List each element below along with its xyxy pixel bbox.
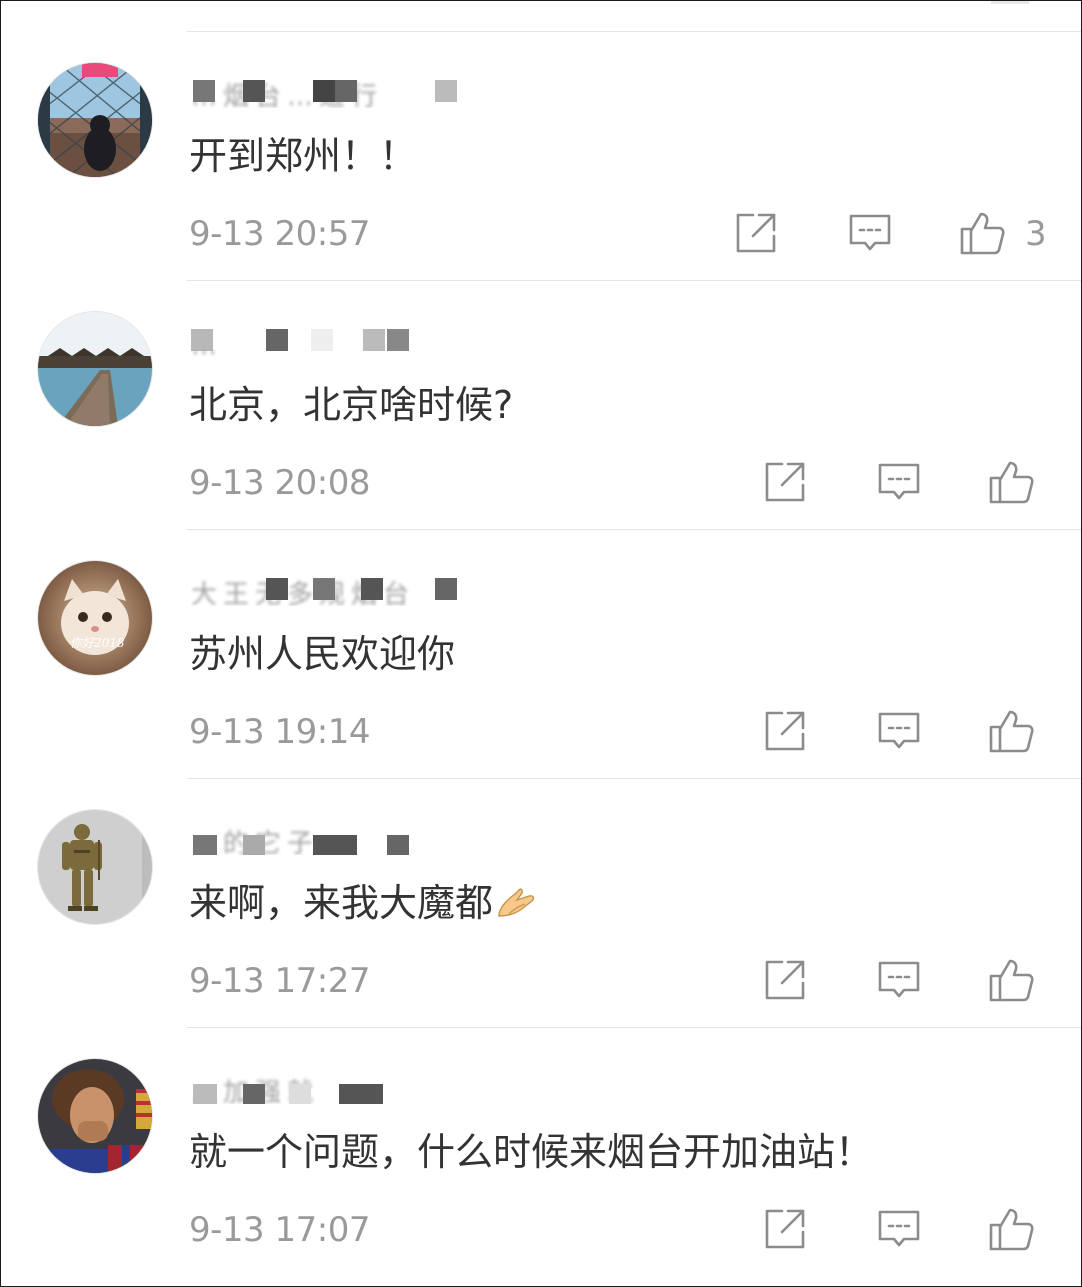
avatar[interactable]	[38, 1059, 152, 1173]
repost-icon[interactable]	[733, 210, 779, 256]
comment-icon[interactable]	[876, 708, 922, 754]
divider-stub	[991, 1, 1029, 4]
comment-time: 9-13 17:07	[189, 1210, 370, 1250]
comment-time: 9-13 19:14	[189, 712, 370, 752]
comment-item: … 北京，北京啥时候? 9-13 20:08	[1, 281, 1081, 530]
username[interactable]: …加强就	[191, 1070, 461, 1104]
username[interactable]: …的它子	[191, 821, 461, 855]
comment-time: 9-13 20:57	[189, 214, 370, 254]
thumbs-up-icon[interactable]	[988, 1206, 1034, 1252]
avatar[interactable]	[38, 810, 152, 924]
comment-text: 就一个问题，什么时候来烟台开加油站！	[189, 1130, 874, 1174]
comment-item: …的它子 来啊，来我大魔都 9-13 17:27	[1, 779, 1081, 1028]
comment-icon[interactable]	[847, 210, 893, 256]
comment-text: 开到郑州！！	[189, 134, 418, 178]
comment-icon[interactable]	[876, 957, 922, 1003]
comment-text: 北京，北京啥时候?	[189, 383, 514, 427]
avatar[interactable]	[38, 63, 152, 177]
repost-icon[interactable]	[762, 1206, 808, 1252]
thumbs-up-icon[interactable]	[988, 459, 1034, 505]
comment-item: …烟台…道行 开到郑州！！ 9-13 20:57 3	[1, 32, 1081, 281]
thumbs-up-icon[interactable]	[988, 708, 1034, 754]
comment-item: 你好2018 大王无多规烟台 苏州人民欢迎你 9-13 19:14	[1, 530, 1081, 779]
thumbs-up-icon[interactable]	[959, 210, 1005, 256]
comment-time: 9-13 17:27	[189, 961, 370, 1001]
username[interactable]: …烟台…道行	[191, 74, 461, 108]
hands-together-emoji	[495, 881, 539, 933]
thumbs-up-icon[interactable]	[988, 957, 1034, 1003]
username[interactable]: 大王无多规烟台	[191, 572, 461, 606]
comment-text: 来啊，来我大魔都	[189, 877, 539, 933]
comment-list: …烟台…道行 开到郑州！！ 9-13 20:57 3 北京，北京啥时候? 9-1…	[0, 0, 1082, 1287]
avatar[interactable]: 你好2018	[38, 561, 152, 675]
repost-icon[interactable]	[762, 957, 808, 1003]
like-count: 3	[1025, 214, 1047, 254]
comment-icon[interactable]	[876, 1206, 922, 1252]
svg-text:你好2018: 你好2018	[70, 636, 125, 650]
repost-icon[interactable]	[762, 708, 808, 754]
comment-text: 苏州人民欢迎你	[189, 632, 456, 676]
comment-time: 9-13 20:08	[189, 463, 370, 503]
comment-item: …加强就 就一个问题，什么时候来烟台开加油站！ 9-13 17:07	[1, 1028, 1081, 1277]
username[interactable]: …	[191, 323, 461, 357]
repost-icon[interactable]	[762, 459, 808, 505]
comment-icon[interactable]	[876, 459, 922, 505]
avatar[interactable]	[38, 312, 152, 426]
